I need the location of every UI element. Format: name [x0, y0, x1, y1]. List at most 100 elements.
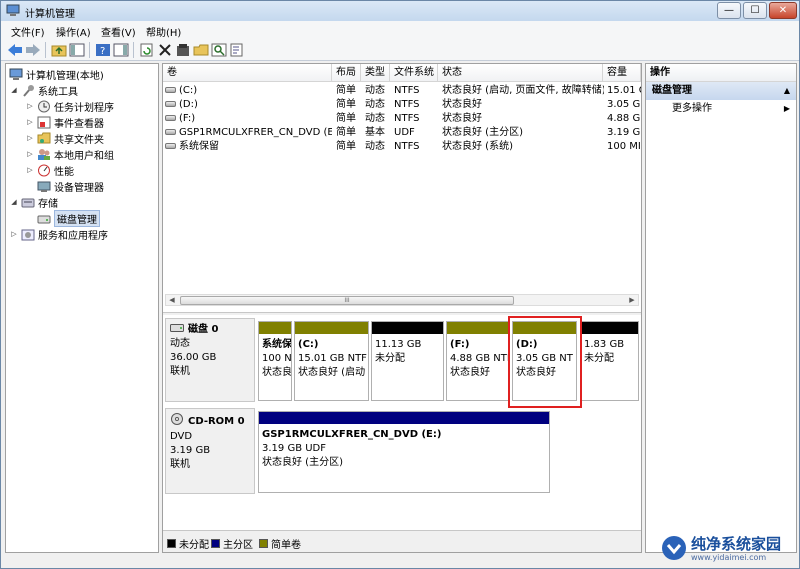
column-header-type[interactable]: 类型 [361, 64, 390, 82]
partition-unallocated[interactable]: 11.13 GB 未分配 [371, 321, 444, 401]
toolbar: ? [1, 39, 799, 61]
collapsed-arrow-icon[interactable]: ▷ [26, 102, 34, 110]
column-header-filesystem[interactable]: 文件系统 [390, 64, 438, 82]
actions-section-disk-management[interactable]: 磁盘管理 ▲ [646, 82, 796, 100]
partition-f[interactable]: (F:) 4.88 GB NTI 状态良好 [446, 321, 509, 401]
partition-bar [295, 322, 368, 334]
partition-status: 状态良好 (启动 [298, 367, 366, 378]
menu-file[interactable]: 文件(F) [11, 24, 45, 39]
filesystem-cell: NTFS [394, 141, 420, 152]
delete-icon[interactable] [157, 42, 173, 58]
type-cell: 基本 [365, 127, 385, 138]
menu-help[interactable]: 帮助(H) [146, 24, 181, 39]
legend-swatch [211, 539, 220, 548]
tree-item-services-apps[interactable]: ▷ 服务和应用程序 [10, 226, 108, 242]
search-icon[interactable] [211, 42, 227, 58]
refresh-icon[interactable] [139, 42, 155, 58]
toolbar-separator [45, 42, 46, 58]
tree-item-system-tools[interactable]: ◢ 系统工具 [10, 82, 78, 98]
horizontal-scrollbar[interactable]: ◀ III ▶ [165, 294, 639, 306]
table-row[interactable]: 系统保留 简单 动态 NTFS 状态良好 (系统) 100 MI [163, 140, 641, 154]
table-row[interactable]: (D:) 简单 动态 NTFS 状态良好 3.05 GI [163, 98, 641, 112]
table-row[interactable]: (C:) 简单 动态 NTFS 状态良好 (启动, 页面文件, 故障转储) 15… [163, 84, 641, 98]
back-arrow-icon[interactable] [7, 42, 23, 58]
scrollbar-thumb[interactable]: III [180, 296, 514, 305]
collapsed-arrow-icon[interactable]: ▷ [26, 150, 34, 158]
cdrom-0-label[interactable]: CD-ROM 0 DVD 3.19 GB 联机 [165, 408, 255, 494]
filesystem-cell: NTFS [394, 99, 420, 110]
tree-label: 磁盘管理 [54, 209, 100, 227]
disk-name: CD-ROM 0 [188, 415, 245, 427]
disk-0-label[interactable]: 磁盘 0 动态 36.00 GB 联机 [165, 318, 255, 402]
menu-action[interactable]: 操作(A) [56, 24, 91, 39]
title-bar: 计算机管理 — ☐ ✕ [1, 1, 799, 21]
expanded-arrow-icon[interactable]: ◢ [10, 198, 18, 206]
more-actions-item[interactable]: 更多操作 ▶ [646, 100, 796, 118]
show-hide-tree-icon[interactable] [69, 42, 85, 58]
layout-cell: 简单 [336, 99, 356, 110]
partition-status: 未分配 [584, 353, 614, 364]
tree-item-event-viewer[interactable]: ▷ 事件查看器 [26, 114, 104, 130]
scroll-left-icon[interactable]: ◀ [166, 295, 178, 305]
collapse-arrow-icon[interactable]: ▲ [784, 82, 790, 100]
partition-system-reserved[interactable]: 系统保 100 N 状态良 [258, 321, 292, 401]
show-hide-action-icon[interactable] [113, 42, 129, 58]
partition-dvd-e[interactable]: GSP1RMCULXFRER_CN_DVD (E:) 3.19 GB UDF 状… [258, 411, 550, 493]
status-cell: 状态良好 (启动, 页面文件, 故障转储) [442, 85, 604, 96]
partition-status: 状态良 [262, 367, 292, 378]
legend-swatch [167, 539, 176, 548]
help-icon[interactable]: ? [95, 42, 111, 58]
properties-icon[interactable] [175, 42, 191, 58]
up-folder-icon[interactable] [51, 42, 67, 58]
disk-name: 磁盘 0 [188, 324, 219, 335]
tree-item-local-users[interactable]: ▷ 本地用户和组 [26, 146, 114, 162]
partition-bar [581, 322, 638, 334]
partition-name: (D:) [516, 339, 538, 350]
table-row[interactable]: (F:) 简单 动态 NTFS 状态良好 4.88 GI [163, 112, 641, 126]
tree-item-disk-management[interactable]: 磁盘管理 [37, 209, 100, 227]
export-icon[interactable] [229, 42, 245, 58]
filesystem-cell: NTFS [394, 113, 420, 124]
partition-d[interactable]: (D:) 3.05 GB NT 状态良好 [512, 321, 577, 401]
partition-size: 11.13 GB [375, 339, 422, 350]
pane-splitter[interactable] [163, 312, 641, 315]
close-button[interactable]: ✕ [769, 2, 797, 19]
tree-label: 计算机管理(本地) [26, 70, 104, 82]
menu-view[interactable]: 查看(V) [101, 24, 136, 39]
legend-item-unallocated: 未分配 [167, 536, 209, 551]
tree-item-device-manager[interactable]: 设备管理器 [37, 178, 104, 194]
status-cell: 状态良好 (系统) [442, 141, 513, 152]
collapsed-arrow-icon[interactable]: ▷ [26, 134, 34, 142]
watermark-logo-icon [661, 535, 687, 564]
expanded-arrow-icon[interactable]: ◢ [10, 86, 18, 94]
partition-name: (F:) [450, 339, 470, 350]
partition-c[interactable]: (C:) 15.01 GB NTF 状态良好 (启动 [294, 321, 369, 401]
maximize-button[interactable]: ☐ [743, 2, 767, 19]
partition-size: 100 N [262, 353, 292, 364]
type-cell: 动态 [365, 99, 385, 110]
collapsed-arrow-icon[interactable]: ▷ [26, 118, 34, 126]
table-row[interactable]: GSP1RMCULXFRER_CN_DVD (E:) 简单 基本 UDF 状态良… [163, 126, 641, 140]
tree-label: 性能 [54, 166, 74, 178]
column-header-capacity[interactable]: 容量 [603, 64, 641, 82]
drive-icon [165, 101, 176, 107]
tree-item-performance[interactable]: ▷ 性能 [26, 162, 74, 178]
collapsed-arrow-icon[interactable]: ▷ [26, 166, 34, 174]
computer-management-icon [6, 4, 20, 17]
minimize-button[interactable]: — [717, 2, 741, 19]
tree-item-storage[interactable]: ◢ 存储 [10, 194, 58, 210]
hard-disk-icon [170, 323, 184, 337]
performance-icon [37, 164, 51, 177]
open-folder-icon[interactable] [193, 42, 209, 58]
column-header-layout[interactable]: 布局 [332, 64, 361, 82]
partition-unallocated[interactable]: 1.83 GB 未分配 [580, 321, 639, 401]
column-header-volume[interactable]: 卷 [163, 64, 332, 82]
collapsed-arrow-icon[interactable]: ▷ [10, 230, 18, 238]
tree-item-root[interactable]: 计算机管理(本地) [9, 66, 104, 82]
capacity-cell: 3.19 GI [607, 127, 641, 138]
column-header-status[interactable]: 状态 [438, 64, 603, 82]
tree-item-shared-folders[interactable]: ▷ 共享文件夹 [26, 130, 104, 146]
forward-arrow-icon[interactable] [25, 42, 41, 58]
tree-item-task-scheduler[interactable]: ▷ 任务计划程序 [26, 98, 114, 114]
scroll-right-icon[interactable]: ▶ [626, 295, 638, 305]
